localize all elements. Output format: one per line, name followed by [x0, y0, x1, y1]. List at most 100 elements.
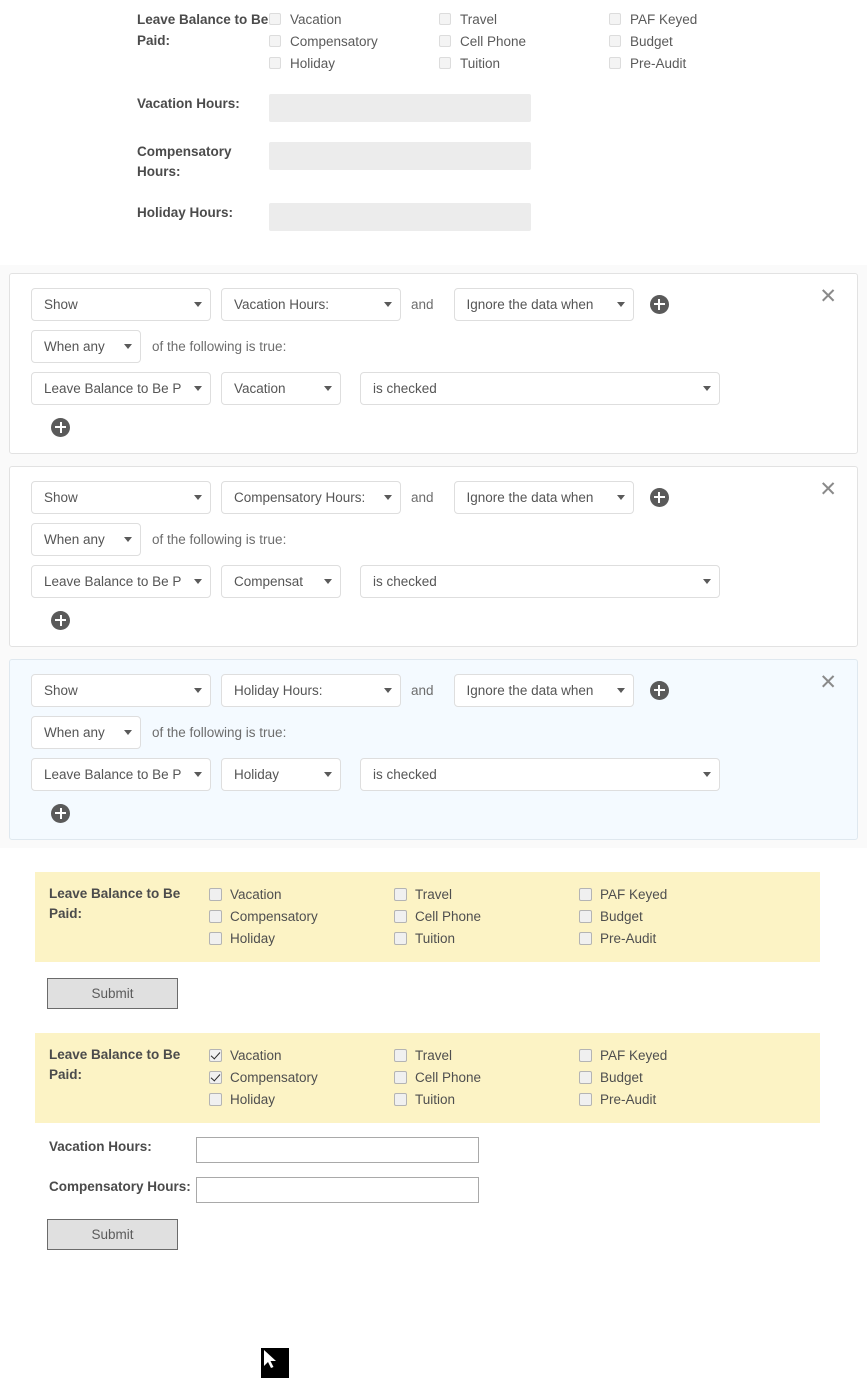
checkbox-item[interactable]: Compensatory	[209, 1067, 394, 1089]
checkbox-icon[interactable]	[394, 910, 407, 923]
live-vacation-hours-input[interactable]	[196, 1136, 479, 1163]
checkbox-icon[interactable]	[579, 1049, 592, 1062]
rule-target-field-select[interactable]: Holiday Hours:	[221, 673, 401, 707]
leave-balance-row: Leave Balance to Be Paid: Vacation Compe…	[0, 8, 867, 74]
checkbox-item[interactable]: Cell Phone	[394, 906, 579, 928]
rule-target-field-select[interactable]: Compensatory Hours:	[221, 480, 401, 514]
checkbox-icon[interactable]	[269, 35, 281, 47]
vacation-hours-row: Vacation Hours:	[0, 94, 867, 122]
checkbox-icon[interactable]	[579, 932, 592, 945]
condition-source-select[interactable]: Leave Balance to Be P	[31, 564, 211, 598]
checkbox-item[interactable]: Budget	[579, 1067, 764, 1089]
checkbox-icon[interactable]	[269, 13, 281, 25]
checkbox-item[interactable]: Tuition	[394, 1089, 579, 1111]
checkbox-item[interactable]: Vacation	[269, 8, 439, 30]
condition-option-select[interactable]: Compensat	[221, 564, 341, 598]
add-condition-button[interactable]	[51, 417, 70, 437]
checkbox-column-1: Vacation Compensatory Holiday	[269, 8, 439, 74]
compensatory-hours-label: Compensatory Hours:	[137, 144, 232, 180]
checkbox-icon[interactable]	[609, 35, 621, 47]
checkbox-icon[interactable]	[394, 1093, 407, 1106]
and-label: and	[411, 489, 434, 505]
close-icon[interactable]: ✕	[819, 672, 837, 693]
checkbox-item[interactable]: Vacation	[209, 884, 394, 906]
checkbox-item[interactable]: Budget	[579, 906, 764, 928]
add-action-button[interactable]	[649, 487, 669, 507]
submit-button[interactable]: Submit	[47, 977, 178, 1009]
checkbox-icon[interactable]	[394, 888, 407, 901]
checkbox-icon[interactable]	[269, 57, 281, 69]
rule-match-select[interactable]: When any	[31, 522, 141, 556]
rule-behavior-select[interactable]: Ignore the data when	[453, 673, 634, 707]
checkbox-item[interactable]: Holiday	[209, 1089, 394, 1111]
rule-match-select[interactable]: When any	[31, 329, 141, 363]
checkbox-icon[interactable]	[394, 1049, 407, 1062]
checkbox-item[interactable]: Budget	[609, 30, 804, 52]
checkbox-item[interactable]: Travel	[394, 884, 579, 906]
rule-target-field-select[interactable]: Vacation Hours:	[221, 287, 401, 321]
checkbox-item[interactable]: PAF Keyed	[579, 1045, 764, 1067]
condition-source-select[interactable]: Leave Balance to Be P	[31, 371, 211, 405]
checkbox-item[interactable]: Pre-Audit	[579, 928, 764, 950]
checkbox-label: Compensatory	[230, 909, 318, 924]
checkbox-item[interactable]: Cell Phone	[394, 1067, 579, 1089]
checkbox-item[interactable]: Holiday	[209, 928, 394, 950]
checkbox-item[interactable]: Vacation	[209, 1045, 394, 1067]
checkbox-icon[interactable]	[394, 932, 407, 945]
checkbox-icon[interactable]	[209, 932, 222, 945]
rule-action-select[interactable]: Show	[31, 287, 211, 321]
rule-match-select[interactable]: When any	[31, 715, 141, 749]
rule-action-value: Show	[44, 296, 78, 312]
condition-operator-select[interactable]: is checked	[360, 757, 720, 791]
checkbox-icon[interactable]	[439, 57, 451, 69]
checkbox-icon[interactable]	[394, 1071, 407, 1084]
checkbox-item[interactable]: PAF Keyed	[579, 884, 764, 906]
add-condition-button[interactable]	[51, 610, 70, 630]
checkbox-icon[interactable]	[579, 910, 592, 923]
checkbox-label: Holiday	[230, 931, 276, 946]
checkbox-item[interactable]: Travel	[394, 1045, 579, 1067]
condition-option-select[interactable]: Vacation	[221, 371, 341, 405]
checkbox-icon[interactable]	[209, 1049, 222, 1062]
add-action-button[interactable]	[649, 680, 669, 700]
checkbox-icon[interactable]	[439, 13, 451, 25]
checkbox-icon[interactable]	[579, 1071, 592, 1084]
add-action-button[interactable]	[649, 294, 669, 314]
rule-action-line: Show Compensatory Hours: and Ignore the …	[10, 480, 857, 514]
rule-action-select[interactable]: Show	[31, 673, 211, 707]
checkbox-icon[interactable]	[209, 1071, 222, 1084]
checkbox-icon[interactable]	[209, 888, 222, 901]
condition-operator-select[interactable]: is checked	[360, 371, 720, 405]
checkbox-item[interactable]: PAF Keyed	[609, 8, 804, 30]
checkbox-icon[interactable]	[439, 35, 451, 47]
checkbox-icon[interactable]	[209, 910, 222, 923]
checkbox-item[interactable]: Compensatory	[209, 906, 394, 928]
checkbox-label: Budget	[630, 33, 673, 49]
condition-source-select[interactable]: Leave Balance to Be P	[31, 757, 211, 791]
checkbox-item[interactable]: Cell Phone	[439, 30, 609, 52]
add-condition-button[interactable]	[51, 803, 70, 823]
checkbox-item[interactable]: Tuition	[439, 52, 609, 74]
live-compensatory-hours-input[interactable]	[196, 1176, 479, 1203]
rule-behavior-select[interactable]: Ignore the data when	[453, 287, 634, 321]
checkbox-column-3: PAF Keyed Budget Pre-Audit	[609, 8, 804, 74]
checkbox-item[interactable]: Travel	[439, 8, 609, 30]
rule-action-select[interactable]: Show	[31, 480, 211, 514]
condition-operator-select[interactable]: is checked	[360, 564, 720, 598]
close-icon[interactable]: ✕	[819, 479, 837, 500]
submit-button[interactable]: Submit	[47, 1218, 178, 1250]
checkbox-item[interactable]: Compensatory	[269, 30, 439, 52]
checkbox-icon[interactable]	[609, 57, 621, 69]
close-icon[interactable]: ✕	[819, 286, 837, 307]
checkbox-icon[interactable]	[579, 1093, 592, 1106]
checkbox-item[interactable]: Holiday	[269, 52, 439, 74]
checkbox-icon[interactable]	[579, 888, 592, 901]
checkbox-item[interactable]: Pre-Audit	[579, 1089, 764, 1111]
rule-target-field-value: Vacation Hours:	[234, 296, 330, 312]
rule-behavior-select[interactable]: Ignore the data when	[453, 480, 634, 514]
checkbox-item[interactable]: Pre-Audit	[609, 52, 804, 74]
checkbox-icon[interactable]	[609, 13, 621, 25]
condition-option-select[interactable]: Holiday	[221, 757, 341, 791]
checkbox-item[interactable]: Tuition	[394, 928, 579, 950]
checkbox-icon[interactable]	[209, 1093, 222, 1106]
